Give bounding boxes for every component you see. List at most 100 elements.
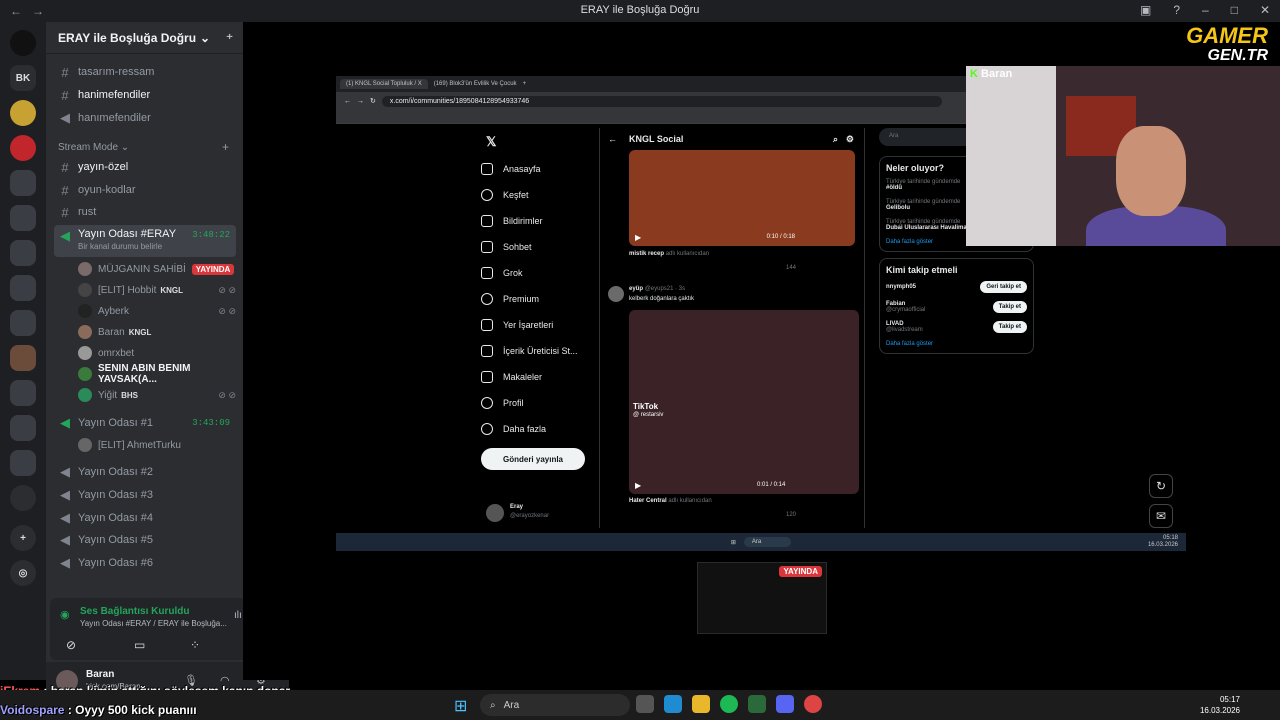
windows-start-icon[interactable]: ⊞	[454, 696, 467, 716]
chrome-icon[interactable]	[804, 695, 822, 713]
video-player[interactable]: TikTok @ restarsiv 0:01 / 0:14 ▶	[629, 310, 859, 494]
avatar[interactable]	[608, 286, 624, 302]
follow-button[interactable]: Takip et	[992, 321, 1027, 333]
activities-icon[interactable]: ⁘	[190, 638, 200, 652]
nav-profile[interactable]: Profil	[481, 390, 601, 416]
app-icon[interactable]	[748, 695, 766, 713]
server-folder[interactable]	[10, 205, 36, 231]
voice-channel-yayin-odasi-6[interactable]: ◀ Yayın Odası #6	[54, 553, 236, 573]
guild-header[interactable]: ERAY ile Boşluğa Doğru ⌄ ⁺	[46, 22, 243, 54]
voice-channel-yayin-odasi-4[interactable]: ◀ Yayın Odası #4	[54, 508, 236, 528]
follow-button[interactable]: Takip et	[992, 301, 1027, 313]
back-arrow-icon[interactable]: ←	[10, 4, 22, 18]
channel-tasarim-ressam[interactable]: # tasarım-ressam	[54, 62, 236, 82]
search-icon[interactable]: ⌕	[833, 134, 838, 145]
server-icon[interactable]	[10, 135, 36, 161]
reload-icon[interactable]: ↻	[370, 97, 376, 105]
back-arrow-icon[interactable]: ←	[344, 98, 351, 105]
show-more-link[interactable]: Daha fazla göster	[886, 341, 1027, 347]
post-author[interactable]: Hater Central	[629, 498, 667, 504]
channel-rust[interactable]: # rust	[54, 202, 236, 222]
edge-icon[interactable]	[664, 695, 682, 713]
inbox-icon[interactable]: ▣	[1140, 3, 1151, 17]
post-button[interactable]: Gönderi yayınla	[481, 448, 585, 470]
discord-icon[interactable]	[776, 695, 794, 713]
spotify-icon[interactable]	[720, 695, 738, 713]
voice-channel-yayin-odasi-eray[interactable]: ◀ Yayın Odası #ERAY Bir kanal durumu bel…	[54, 225, 236, 257]
new-tab-icon[interactable]: +	[523, 81, 527, 87]
play-icon[interactable]: ▶	[635, 233, 641, 242]
avatar[interactable]	[486, 504, 504, 522]
explore-servers-icon[interactable]: ◎	[10, 560, 36, 586]
channel-yayin-ozel[interactable]: # yayın-özel	[54, 157, 236, 177]
forward-arrow-icon[interactable]: →	[357, 98, 364, 105]
channel-hanimefendiler-voice[interactable]: ◀ hanımefendiler	[54, 108, 236, 128]
post-author[interactable]: mistik recep	[629, 251, 664, 257]
voice-user[interactable]: SENIN ABIN BENIM YAVSAK(A...	[78, 363, 238, 385]
taskbar-search[interactable]: ⌕ Ara	[480, 694, 630, 716]
gear-icon[interactable]: ⚙	[846, 134, 854, 145]
channel-hanimefendiler[interactable]: # hanimefendiler	[54, 85, 236, 105]
address-bar[interactable]: x.com/i/communities/1895084128954933746	[381, 95, 942, 107]
server-folder[interactable]	[10, 240, 36, 266]
server-icon[interactable]	[10, 485, 36, 511]
nav-more[interactable]: Daha fazla	[481, 416, 601, 442]
screen-share-icon[interactable]: ▭	[134, 638, 145, 652]
server-bk[interactable]: BK	[10, 65, 36, 91]
voice-user[interactable]: omrxbet	[78, 344, 238, 362]
suggestion-name[interactable]: nnymph05	[886, 284, 916, 290]
nav-articles[interactable]: Makaleler	[481, 364, 601, 390]
file-explorer-icon[interactable]	[692, 695, 710, 713]
voice-user[interactable]: Baran KNGL	[78, 323, 238, 341]
close-button[interactable]: ✕	[1260, 3, 1270, 17]
stream-thumbnail[interactable]: YAYINDA	[697, 562, 827, 634]
maximize-button[interactable]: □	[1231, 3, 1238, 17]
system-clock[interactable]: 05:17 16.03.2026	[1200, 694, 1240, 716]
server-eray[interactable]	[10, 345, 36, 371]
voice-user[interactable]: Ayberk ⊘ ⊘	[78, 302, 238, 320]
voice-channel-yayin-odasi-1[interactable]: ◀ Yayın Odası #1 3:43:09	[54, 413, 236, 433]
forward-arrow-icon[interactable]: →	[32, 4, 44, 18]
server-folder[interactable]	[10, 380, 36, 406]
voice-location[interactable]: Yayın Odası #ERAY / ERAY ile Boşluğa...	[80, 619, 227, 628]
back-arrow-icon[interactable]: ←	[608, 134, 617, 144]
server-folder[interactable]	[10, 170, 36, 196]
add-channel-icon[interactable]: +	[222, 140, 229, 154]
voice-channel-yayin-odasi-5[interactable]: ◀ Yayın Odası #5	[54, 530, 236, 550]
refresh-icon[interactable]: ↻	[1149, 474, 1173, 498]
browser-tab[interactable]: (169) Blok3'ün Evlilik Ve Çocuk	[434, 81, 517, 87]
server-folder[interactable]	[10, 310, 36, 336]
server-folder[interactable]	[10, 415, 36, 441]
x-logo-icon[interactable]: 𝕏	[486, 134, 496, 150]
voice-user[interactable]: MÜJGANIN SAHİBİ YAYINDA	[78, 260, 238, 278]
server-icon[interactable]	[10, 100, 36, 126]
voice-user[interactable]: Yiğit BHS ⊘ ⊘	[78, 386, 238, 404]
play-icon[interactable]: ▶	[635, 481, 641, 490]
nav-notifications[interactable]: Bildirimler	[481, 208, 601, 234]
nav-creator-studio[interactable]: İçerik Üreticisi St...	[481, 338, 601, 364]
add-server-icon[interactable]: +	[10, 525, 36, 551]
nav-grok[interactable]: Grok	[481, 260, 601, 286]
voice-channel-yayin-odasi-3[interactable]: ◀ Yayın Odası #3	[54, 485, 236, 505]
nav-bookmarks[interactable]: Yer İşaretleri	[481, 312, 601, 338]
noise-suppression-icon[interactable]: ılı	[234, 610, 242, 621]
voice-status[interactable]: Ses Bağlantısı Kuruldu	[80, 606, 189, 617]
server-icon[interactable]	[10, 30, 36, 56]
channel-oyun-kodlar[interactable]: # oyun-kodlar	[54, 180, 236, 200]
voice-user[interactable]: [ELIT] AhmetTurku	[78, 436, 238, 454]
nav-explore[interactable]: Keşfet	[481, 182, 601, 208]
voice-channel-yayin-odasi-2[interactable]: ◀ Yayın Odası #2	[54, 462, 236, 482]
nav-home[interactable]: Anasayfa	[481, 156, 601, 182]
follow-back-button[interactable]: Geri takip et	[980, 281, 1027, 293]
task-view-icon[interactable]	[636, 695, 654, 713]
add-member-icon[interactable]: ⁺	[226, 31, 233, 47]
browser-tab[interactable]: (1) KNGL Social Topluluk / X	[340, 79, 428, 89]
minimize-button[interactable]: –	[1202, 3, 1209, 17]
post-author[interactable]: eyüp	[629, 286, 643, 292]
nav-chat[interactable]: Sohbet	[481, 234, 601, 260]
voice-user[interactable]: [ELIT] Hobbit KNGL ⊘ ⊘	[78, 281, 238, 299]
help-icon[interactable]: ?	[1173, 3, 1180, 17]
video-player[interactable]: 0:10 / 0:18 ▶	[629, 150, 855, 246]
channel-status[interactable]: Bir kanal durumu belirle	[78, 242, 176, 251]
server-folder[interactable]	[10, 450, 36, 476]
